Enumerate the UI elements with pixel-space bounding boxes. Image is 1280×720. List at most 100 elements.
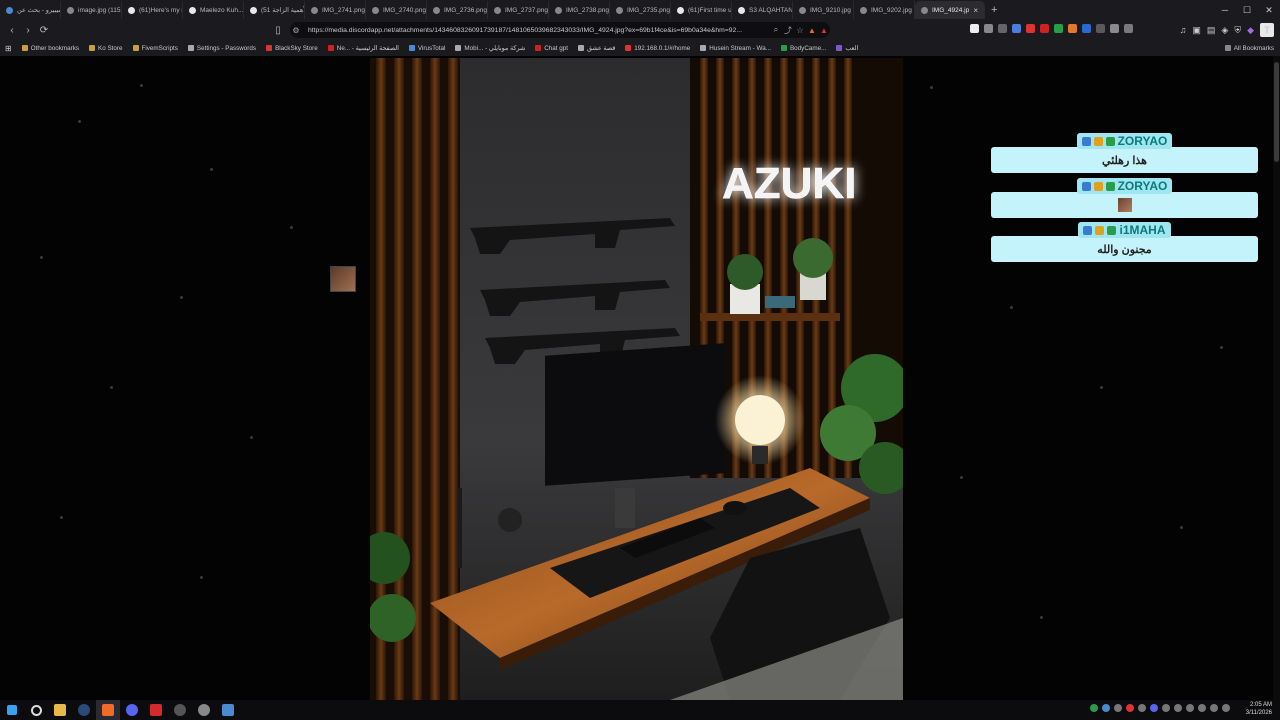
tab-15[interactable]: IMG_4924.jp × — [915, 1, 985, 19]
tray-icon[interactable] — [1186, 704, 1194, 712]
close-tab-icon[interactable]: × — [973, 6, 978, 15]
ai-icon[interactable]: ◆ — [1247, 25, 1254, 36]
rewards-icon[interactable]: ▲ — [818, 26, 830, 35]
tab-14[interactable]: IMG_9202.jpg (3 — [854, 1, 915, 19]
extension-icon[interactable] — [970, 24, 979, 33]
bookmark-0[interactable]: Other bookmarks — [17, 45, 84, 52]
tab-9[interactable]: IMG_2738.png (2 — [549, 1, 610, 19]
wifi-icon[interactable] — [1210, 704, 1218, 712]
bookmark-5[interactable]: Ne... - الصفحة الرئيسية — [323, 45, 404, 52]
tray-icon[interactable] — [1162, 704, 1170, 712]
tab-10[interactable]: IMG_2735.png (2 — [610, 1, 671, 19]
extension-icon[interactable] — [1096, 24, 1105, 33]
site-info-icon[interactable]: ⚙ — [290, 26, 302, 35]
tab-4[interactable]: (الأهمية الزاجة 51) — [244, 1, 305, 19]
bookmark-page-icon[interactable]: ▯ — [270, 25, 286, 36]
tab-label: شيبيرو - بحث عن gle — [17, 7, 60, 14]
bookmark-10[interactable]: 192.168.0.1/#/home — [620, 45, 695, 52]
forward-icon[interactable]: › — [20, 25, 36, 36]
tab-7[interactable]: IMG_2736.png (2 — [427, 1, 488, 19]
windows-start-icon[interactable] — [0, 700, 24, 720]
brave-shield-icon[interactable]: ▲ — [806, 26, 818, 35]
chat-badge-icon — [1107, 225, 1117, 235]
extension-icon[interactable] — [1082, 24, 1091, 33]
extension-icon[interactable] — [1026, 24, 1035, 33]
brave-browser-icon[interactable] — [96, 700, 120, 720]
zoom-icon[interactable]: ⌕ — [770, 25, 782, 35]
extension-icon[interactable] — [998, 24, 1007, 33]
tab-6[interactable]: IMG_2740.png (2 — [366, 1, 427, 19]
username-text: ZORYAO — [1117, 134, 1168, 148]
all-bookmarks-button[interactable]: All Bookmarks — [1220, 45, 1280, 52]
extension-icon[interactable] — [1054, 24, 1063, 33]
bookmark-7[interactable]: Mobi... - شركة موبايلي — [450, 45, 530, 52]
tab-2[interactable]: (61)Here's my ne — [122, 1, 183, 19]
close-window-icon[interactable]: ✕ — [1258, 0, 1280, 20]
bookmark-label: FivemScripts — [141, 44, 178, 52]
extension-icon[interactable] — [1068, 24, 1077, 33]
sidebar-icon[interactable]: ▣ — [1192, 25, 1201, 36]
back-icon[interactable]: ‹ — [4, 25, 20, 36]
system-clock[interactable]: 2:05 AM 3/11/2026 — [1246, 701, 1272, 717]
tab-13[interactable]: IMG_9210.jpg (2 — [793, 1, 854, 19]
scrollbar[interactable] — [1273, 56, 1280, 700]
streamer-avatar — [330, 266, 356, 292]
app-icon[interactable] — [216, 700, 240, 720]
minimize-icon[interactable]: ─ — [1214, 0, 1236, 20]
tab-11[interactable]: (61)First time usi — [671, 1, 732, 19]
tray-icon[interactable] — [1198, 704, 1206, 712]
shield-icon[interactable]: ⛨ — [1234, 25, 1241, 36]
new-tab-button[interactable]: + — [985, 4, 1003, 16]
bookmark-12[interactable]: BodyCame... — [776, 45, 831, 52]
apps-icon[interactable]: ⊞ — [0, 44, 17, 53]
vpn-icon[interactable]: ◈ — [1221, 25, 1228, 36]
extension-icon[interactable] — [1040, 24, 1049, 33]
steam-icon[interactable] — [72, 700, 96, 720]
bookmark-4[interactable]: BlackSky Store — [261, 45, 323, 52]
bookmark-3[interactable]: Settings - Passwords — [183, 45, 261, 52]
profile-avatar[interactable]: T — [1260, 23, 1274, 37]
acrobat-icon[interactable] — [144, 700, 168, 720]
tab-1[interactable]: image.jpg (1152× — [61, 1, 122, 19]
tray-icon[interactable] — [1126, 704, 1134, 712]
tray-icon[interactable] — [1150, 704, 1158, 712]
share-icon[interactable]: ⤴ — [782, 25, 794, 36]
bookmark-6[interactable]: VirusTotal — [404, 45, 451, 52]
tab-12[interactable]: S3 ALQAHTANI J — [732, 1, 793, 19]
tray-icon[interactable] — [1090, 704, 1098, 712]
discord-icon[interactable] — [120, 700, 144, 720]
tray-icon[interactable] — [1138, 704, 1146, 712]
bookmark-list: Other bookmarks Ko Store FivemScripts Setti… — [17, 45, 864, 52]
wallet-icon[interactable]: ▤ — [1207, 25, 1216, 36]
background-dot — [960, 476, 963, 479]
scrollbar-thumb[interactable] — [1274, 62, 1279, 162]
bookmark-1[interactable]: Ko Store — [84, 45, 128, 52]
bookmark-11[interactable]: Husein Stream - Wa... — [695, 45, 776, 52]
tray-icon[interactable] — [1114, 704, 1122, 712]
tray-icon[interactable] — [1102, 704, 1110, 712]
tab-0[interactable]: شيبيرو - بحث عن gle — [0, 1, 61, 19]
star-icon[interactable]: ☆ — [794, 26, 806, 35]
tray-icon[interactable] — [1174, 704, 1182, 712]
file-explorer-icon[interactable] — [48, 700, 72, 720]
bookmark-2[interactable]: FivemScripts — [128, 45, 183, 52]
tab-3[interactable]: Maelezo Kuh... — [183, 1, 244, 19]
bookmark-9[interactable]: قصة عشق — [573, 45, 620, 52]
maximize-icon[interactable]: ☐ — [1236, 0, 1258, 20]
volume-icon[interactable] — [1222, 704, 1230, 712]
window-controls: ─ ☐ ✕ — [1214, 0, 1280, 20]
extension-icon[interactable] — [1012, 24, 1021, 33]
extension-icon[interactable] — [1110, 24, 1119, 33]
reload-icon[interactable]: ⟳ — [36, 25, 52, 36]
extension-icon[interactable] — [984, 24, 993, 33]
settings-icon[interactable] — [192, 700, 216, 720]
media-icon[interactable]: ♫ — [1180, 25, 1187, 35]
extension-icon[interactable] — [1124, 24, 1133, 33]
tab-5[interactable]: IMG_2741.png (2 — [305, 1, 366, 19]
bookmark-13[interactable]: العب — [831, 45, 863, 52]
tab-8[interactable]: IMG_2737.png (2 — [488, 1, 549, 19]
address-bar[interactable]: ⚙ https://media.discordapp.net/attachmen… — [290, 22, 830, 38]
bookmark-8[interactable]: Chat gpt — [530, 45, 573, 52]
obs-icon[interactable] — [168, 700, 192, 720]
search-icon[interactable] — [24, 700, 48, 720]
